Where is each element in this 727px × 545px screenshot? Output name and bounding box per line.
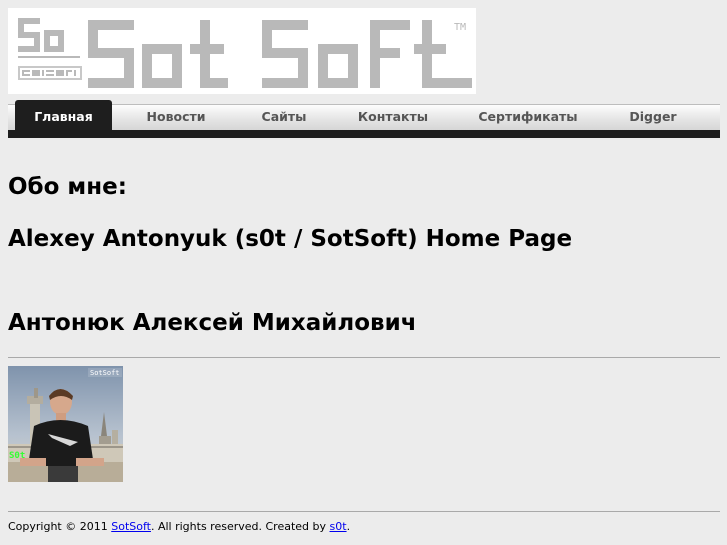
trademark-mark: TM <box>454 22 466 33</box>
nav-bottom-strip <box>8 130 720 138</box>
profile-photo[interactable]: SotSoft S0t <box>8 366 123 482</box>
footer-rights: . All rights reserved. Created by <box>150 520 330 533</box>
nav-item-home[interactable]: Главная <box>15 100 112 130</box>
about-heading: Обо мне: <box>8 174 127 200</box>
sotsoft-logo[interactable]: TM <box>8 8 476 94</box>
sotsoft-logo-graphic: TM <box>18 18 472 88</box>
photo-tag: S0t <box>9 451 25 461</box>
nav-item-digger[interactable]: Digger <box>613 104 693 130</box>
photo-watermark: SotSoft <box>90 369 120 377</box>
footer-end: . <box>346 520 351 533</box>
full-name-heading: Антонюк Алексей Михайлович <box>8 310 417 336</box>
divider-bottom <box>8 511 720 512</box>
nav-item-certificates[interactable]: Сертификаты <box>468 104 588 130</box>
page: TM Главная Новости Сайты Контакты Сертиф… <box>0 0 727 545</box>
footer: Copyright © 2011 SotSoft. All rights res… <box>8 520 350 533</box>
author-link[interactable]: s0t <box>330 520 347 533</box>
footer-copyright: Copyright © 2011 <box>8 520 112 533</box>
sotsoft-link[interactable]: SotSoft <box>111 520 151 533</box>
nav-item-contacts[interactable]: Контакты <box>343 104 443 130</box>
homepage-title: Alexey Antonyuk (s0t / SotSoft) Home Pag… <box>8 226 573 252</box>
nav-item-sites[interactable]: Сайты <box>244 104 324 130</box>
main-navigation: Главная Новости Сайты Контакты Сертифика… <box>8 100 720 138</box>
profile-photo-image: SotSoft S0t <box>8 366 123 482</box>
divider-top <box>8 357 720 358</box>
nav-item-news[interactable]: Новости <box>126 104 226 130</box>
